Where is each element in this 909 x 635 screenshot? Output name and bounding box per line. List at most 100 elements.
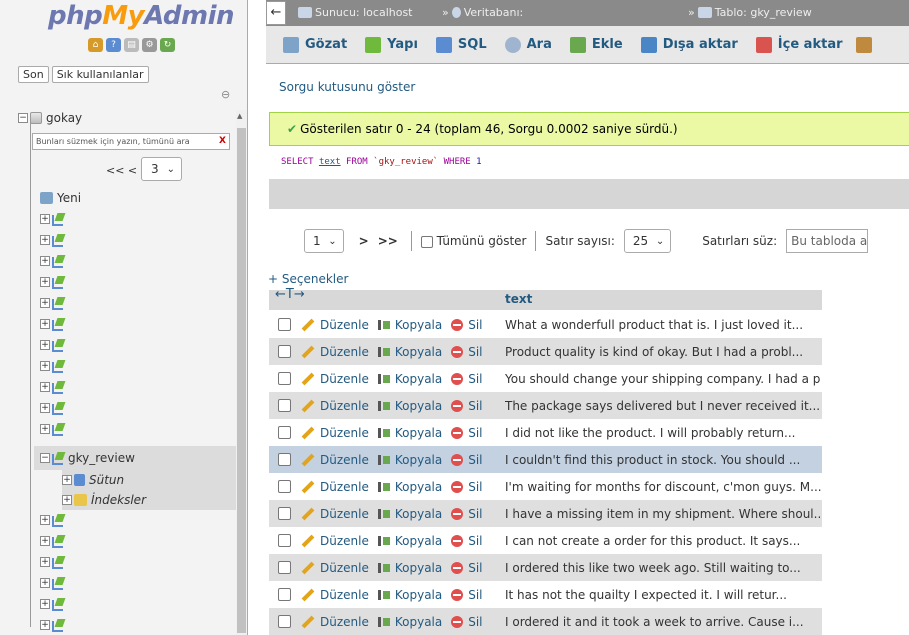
recent-tab[interactable]: Son	[18, 66, 49, 83]
text-cell[interactable]: I have a missing item in my shipment. Wh…	[505, 507, 821, 521]
resize-columns-icon[interactable]: ←T→	[275, 287, 305, 302]
column-header-text[interactable]: text	[505, 292, 532, 306]
tree-table-gky-review[interactable]: − gky_review	[34, 446, 236, 470]
row-checkbox[interactable]	[278, 534, 291, 547]
row-checkbox[interactable]	[278, 426, 291, 439]
row-checkbox[interactable]	[278, 318, 291, 331]
next-page-button[interactable]: >	[359, 234, 369, 248]
tree-table-item[interactable]: +	[40, 231, 247, 249]
table-row[interactable]: Düzenle Kopyala Sil I'm waiting for months …	[269, 473, 822, 500]
copy-action[interactable]: Kopyala	[369, 399, 442, 413]
tab-export[interactable]: Dışa aktar	[632, 26, 747, 64]
tree-page-select[interactable]: 3 ⌄	[141, 157, 182, 181]
collapse-icon[interactable]: −	[18, 113, 28, 123]
text-cell[interactable]: I did not like the product. I will proba…	[505, 426, 821, 440]
tree-pager-prev[interactable]: << <	[106, 164, 137, 177]
breadcrumb-database[interactable]: » Veritabanı:	[442, 6, 523, 19]
row-count-select[interactable]: 25 ⌄	[623, 229, 672, 253]
text-cell[interactable]: It has not the quailty I expected it. I …	[505, 588, 821, 602]
table-row[interactable]: Düzenle Kopyala Sil The package says delive…	[269, 392, 822, 419]
edit-action[interactable]: Düzenle	[291, 453, 369, 467]
expand-icon[interactable]: +	[40, 599, 50, 609]
collapse-nav-button[interactable]: ←	[266, 1, 286, 25]
tab-insert[interactable]: Ekle	[561, 26, 632, 64]
page-select[interactable]: 1 ⌄	[304, 229, 344, 253]
text-cell[interactable]: I ordered this like two week ago. Still …	[505, 561, 821, 575]
tree-table-item[interactable]: +	[40, 553, 247, 571]
show-query-link[interactable]: Sorgu kutusunu göster	[279, 80, 415, 94]
reload-icon[interactable]: ↻	[160, 38, 175, 52]
copy-action[interactable]: Kopyala	[369, 615, 442, 629]
copy-action[interactable]: Kopyala	[369, 507, 442, 521]
expand-icon[interactable]: +	[40, 277, 50, 287]
table-row[interactable]: Düzenle Kopyala Sil You should change your …	[269, 365, 822, 392]
copy-action[interactable]: Kopyala	[369, 561, 442, 575]
edit-action[interactable]: Düzenle	[291, 372, 369, 386]
docs-icon[interactable]: ▤	[124, 38, 139, 52]
tree-table-item[interactable]: +	[40, 315, 247, 333]
expand-icon[interactable]: +	[40, 256, 50, 266]
expand-icon[interactable]: +	[40, 214, 50, 224]
delete-action[interactable]: Sil	[442, 399, 483, 413]
show-all-checkbox[interactable]	[420, 235, 433, 248]
expand-icon[interactable]: +	[40, 298, 50, 308]
phpmyadmin-logo[interactable]: phpMyAdmin	[48, 1, 235, 31]
tree-columns-node[interactable]: + Sütun	[62, 470, 236, 490]
tree-scrollbar-thumb[interactable]	[237, 128, 246, 633]
tree-table-item[interactable]: +	[40, 252, 247, 270]
home-icon[interactable]: ⌂	[88, 38, 103, 52]
tree-table-item[interactable]: +	[40, 595, 247, 613]
delete-action[interactable]: Sil	[442, 345, 483, 359]
row-checkbox[interactable]	[278, 345, 291, 358]
delete-action[interactable]: Sil	[442, 372, 483, 386]
delete-action[interactable]: Sil	[442, 507, 483, 521]
table-row[interactable]: Düzenle Kopyala Sil I ordered it and it too…	[269, 608, 822, 635]
expand-icon[interactable]: +	[40, 424, 50, 434]
tree-scrollbar[interactable]: ▲	[236, 110, 247, 635]
settings-icon[interactable]: ⚙	[142, 38, 157, 52]
copy-action[interactable]: Kopyala	[369, 318, 442, 332]
tree-table-item[interactable]: +	[40, 378, 247, 396]
row-checkbox[interactable]	[278, 588, 291, 601]
row-checkbox[interactable]	[278, 561, 291, 574]
tree-table-item[interactable]: +	[40, 532, 247, 550]
copy-action[interactable]: Kopyala	[369, 372, 442, 386]
tree-table-item[interactable]: +	[40, 336, 247, 354]
copy-action[interactable]: Kopyala	[369, 345, 442, 359]
sql-column[interactable]: text	[319, 157, 341, 167]
tree-table-item[interactable]: +	[40, 616, 247, 634]
text-cell[interactable]: What a wonderfull product that is. I jus…	[505, 318, 821, 332]
tab-import[interactable]: İçe aktar	[747, 26, 852, 64]
tab-search[interactable]: Ara	[496, 26, 561, 64]
expand-icon[interactable]: +	[40, 382, 50, 392]
breadcrumb-table[interactable]: » Tablo: gky_review	[688, 6, 812, 19]
table-row[interactable]: Düzenle Kopyala Sil I did not like the prod…	[269, 419, 822, 446]
text-cell[interactable]: The package says delivered but I never r…	[505, 399, 821, 413]
text-cell[interactable]: I can not create a order for this produc…	[505, 534, 821, 548]
expand-icon[interactable]: +	[40, 578, 50, 588]
tree-table-item[interactable]: +	[40, 294, 247, 312]
tree-table-item[interactable]: +	[40, 273, 247, 291]
expand-icon[interactable]: +	[62, 495, 72, 505]
delete-action[interactable]: Sil	[442, 480, 483, 494]
copy-action[interactable]: Kopyala	[369, 480, 442, 494]
table-row[interactable]: Düzenle Kopyala Sil I couldn't find this pr…	[269, 446, 822, 473]
panel-splitter[interactable]	[248, 0, 266, 635]
expand-icon[interactable]: +	[40, 536, 50, 546]
tree-table-item[interactable]: +	[40, 420, 247, 438]
expand-icon[interactable]: +	[40, 361, 50, 371]
delete-action[interactable]: Sil	[442, 426, 483, 440]
expand-icon[interactable]: +	[40, 557, 50, 567]
tree-db-gokay[interactable]: − gokay	[18, 109, 247, 127]
edit-action[interactable]: Düzenle	[291, 615, 369, 629]
tab-sql[interactable]: SQL	[427, 26, 496, 64]
tree-table-item[interactable]: +	[40, 357, 247, 375]
help-icon[interactable]: ?	[106, 38, 121, 52]
copy-action[interactable]: Kopyala	[369, 453, 442, 467]
show-all-toggle[interactable]: Tümünü göster	[420, 234, 526, 248]
tree-new-table[interactable]: Yeni	[40, 189, 247, 207]
expand-icon[interactable]: +	[62, 475, 72, 485]
tab-operations[interactable]	[852, 26, 876, 64]
breadcrumb-server[interactable]: Sunucu: localhost	[298, 6, 413, 19]
copy-action[interactable]: Kopyala	[369, 534, 442, 548]
